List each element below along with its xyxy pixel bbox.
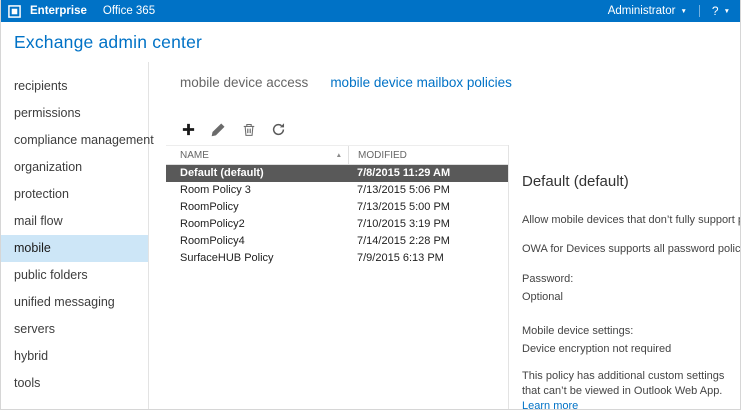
tab-mobile-device-mailbox-policies[interactable]: mobile device mailbox policies [330, 75, 512, 90]
sidebar-item-label: tools [14, 376, 40, 390]
policy-name-cell: Default (default) [166, 165, 348, 182]
policy-name-cell: Room Policy 3 [166, 182, 348, 199]
delete-button[interactable] [240, 121, 257, 138]
add-icon [181, 122, 196, 137]
table-row[interactable]: RoomPolicy4 7/14/2015 2:28 PM [166, 233, 508, 250]
column-header-name[interactable]: NAME ▲ [166, 146, 348, 164]
table-row[interactable]: RoomPolicy 7/13/2015 5:00 PM [166, 199, 508, 216]
details-pane: Default (default) Allow mobile devices t… [508, 145, 740, 409]
edit-icon [211, 122, 226, 137]
help-menu-button[interactable]: ? ▼ [712, 4, 730, 18]
sidebar-nav: recipients permissions compliance manage… [1, 62, 149, 409]
main-content: mobile device access mobile device mailb… [149, 62, 740, 409]
details-description-line1: Allow mobile devices that don’t fully su… [522, 214, 740, 227]
chevron-down-icon: ▼ [724, 8, 730, 15]
policy-modified-cell: 7/8/2015 11:29 AM [348, 165, 508, 182]
table-body: Default (default) 7/8/2015 11:29 AM Room… [166, 165, 508, 267]
sidebar-item-label: recipients [14, 79, 68, 93]
suite-tab-enterprise[interactable]: Enterprise [30, 5, 87, 17]
note-text: This policy has additional custom settin… [522, 370, 724, 397]
sidebar-item[interactable]: tools [1, 370, 148, 397]
refresh-button[interactable] [270, 121, 287, 138]
policy-name-cell: SurfaceHUB Policy [166, 250, 348, 267]
help-icon: ? [712, 4, 719, 18]
sidebar-item[interactable]: permissions [1, 100, 148, 127]
delete-icon [242, 122, 256, 137]
page-title: Exchange admin center [14, 32, 202, 53]
exchange-admin-center-window: Enterprise Office 365 Administrator ▼ ? … [0, 0, 741, 410]
sidebar-item[interactable]: protection [1, 181, 148, 208]
sidebar-item-label: unified messaging [14, 295, 115, 309]
policy-name-cell: RoomPolicy2 [166, 216, 348, 233]
policy-modified-cell: 7/14/2015 2:28 PM [348, 233, 508, 250]
refresh-icon [271, 122, 286, 137]
body: recipients permissions compliance manage… [1, 62, 740, 409]
sidebar-item-label: organization [14, 160, 82, 174]
mobile-device-settings-label: Mobile device settings: [522, 325, 740, 338]
sidebar-item-label: mobile [14, 241, 51, 255]
sidebar-item[interactable]: recipients [1, 73, 148, 100]
details-description-line2: OWA for Devices supports all password po… [522, 243, 740, 256]
table-row[interactable]: SurfaceHUB Policy 7/9/2015 6:13 PM [166, 250, 508, 267]
sidebar-item-label: protection [14, 187, 69, 201]
sidebar-item-label: public folders [14, 268, 88, 282]
tab-mobile-device-access[interactable]: mobile device access [180, 75, 308, 90]
table-row[interactable]: RoomPolicy2 7/10/2015 3:19 PM [166, 216, 508, 233]
sidebar-item-label: hybrid [14, 349, 48, 363]
policy-modified-cell: 7/13/2015 5:06 PM [348, 182, 508, 199]
sidebar-item[interactable]: unified messaging [1, 289, 148, 316]
learn-more-link[interactable]: Learn more [522, 400, 578, 409]
sidebar-item[interactable]: compliance management [1, 127, 148, 154]
sidebar-item[interactable]: servers [1, 316, 148, 343]
sort-ascending-icon: ▲ [336, 152, 342, 159]
table-row[interactable]: Room Policy 3 7/13/2015 5:06 PM [166, 182, 508, 199]
policy-table: NAME ▲ MODIFIED Default (default) 7/8/20 [166, 145, 508, 409]
details-title: Default (default) [522, 173, 740, 190]
topbar-separator [699, 5, 700, 17]
chevron-down-icon: ▼ [680, 8, 686, 15]
policy-modified-cell: 7/10/2015 3:19 PM [348, 216, 508, 233]
edit-button[interactable] [210, 121, 227, 138]
policy-modified-cell: 7/9/2015 6:13 PM [348, 250, 508, 267]
user-menu-label: Administrator [608, 5, 676, 17]
policy-modified-cell: 7/13/2015 5:00 PM [348, 199, 508, 216]
section-tabs: mobile device access mobile device mailb… [149, 62, 740, 90]
suite-tab-office365[interactable]: Office 365 [103, 5, 155, 17]
password-label: Password: [522, 273, 740, 286]
office-logo-icon [8, 5, 21, 18]
sidebar-item-label: compliance management [14, 133, 154, 147]
policy-name-cell: RoomPolicy [166, 199, 348, 216]
column-name-label: NAME [180, 150, 209, 161]
password-value: Optional [522, 291, 740, 304]
page-header: Exchange admin center [1, 22, 740, 62]
sidebar-item-label: permissions [14, 106, 81, 120]
policy-name-cell: RoomPolicy4 [166, 233, 348, 250]
content-row: NAME ▲ MODIFIED Default (default) 7/8/20 [149, 145, 740, 409]
mobile-device-settings-value: Device encryption not required [522, 343, 740, 356]
sidebar-item-label: servers [14, 322, 55, 336]
suite-bar: Enterprise Office 365 Administrator ▼ ? … [1, 0, 740, 22]
sidebar-item[interactable]: public folders [1, 262, 148, 289]
sidebar-item[interactable]: organization [1, 154, 148, 181]
suite-bar-right: Administrator ▼ ? ▼ [608, 4, 730, 18]
column-modified-label: MODIFIED [358, 150, 407, 161]
add-button[interactable] [180, 121, 197, 138]
sidebar-item[interactable]: mobile [1, 235, 148, 262]
sidebar-item[interactable]: hybrid [1, 343, 148, 370]
toolbar [149, 90, 740, 145]
sidebar-item[interactable]: mail flow [1, 208, 148, 235]
column-header-modified[interactable]: MODIFIED [348, 146, 508, 164]
table-row[interactable]: Default (default) 7/8/2015 11:29 AM [166, 165, 508, 182]
user-menu-button[interactable]: Administrator ▼ [608, 5, 687, 17]
table-header: NAME ▲ MODIFIED [166, 145, 508, 165]
sidebar-item-label: mail flow [14, 214, 63, 228]
custom-settings-note: This policy has additional custom settin… [522, 369, 740, 409]
